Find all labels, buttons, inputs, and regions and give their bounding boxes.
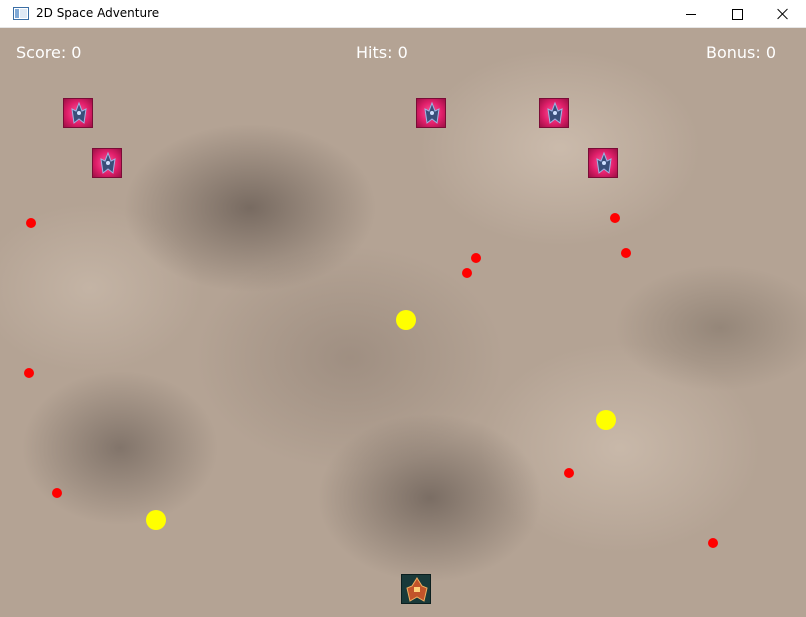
bonus-label: Bonus: 0 — [706, 43, 777, 62]
enemy-ship — [588, 148, 618, 178]
player-ship[interactable] — [401, 574, 431, 604]
enemy-bullet — [52, 488, 62, 498]
enemy-bullet — [564, 468, 574, 478]
window-title: 2D Space Adventure — [36, 6, 160, 20]
minimize-icon — [686, 13, 696, 15]
enemy-ship — [63, 98, 93, 128]
minimize-button[interactable] — [668, 0, 714, 28]
hits-label: Hits: 0 — [356, 43, 408, 62]
enemy-ship — [539, 98, 569, 128]
close-button[interactable] — [760, 0, 806, 28]
alien-ship-icon — [547, 101, 563, 124]
close-icon — [777, 8, 789, 20]
alien-ship-icon — [424, 101, 440, 124]
alien-ship-icon — [71, 101, 87, 124]
enemy-bullet — [471, 253, 481, 263]
enemy-ship — [416, 98, 446, 128]
player-ship-icon — [406, 577, 428, 602]
enemy-bullet — [610, 213, 620, 223]
enemy-bullet — [708, 538, 718, 548]
bonus-orb — [596, 410, 616, 430]
enemy-bullet — [24, 368, 34, 378]
title-bar[interactable]: 2D Space Adventure — [0, 0, 806, 28]
enemy-bullet — [26, 218, 36, 228]
alien-ship-icon — [100, 151, 116, 174]
maximize-button[interactable] — [714, 0, 760, 28]
enemy-bullet — [462, 268, 472, 278]
bonus-orb — [146, 510, 166, 530]
maximize-icon — [731, 8, 743, 20]
bonus-orb — [396, 310, 416, 330]
score-label: Score: 0 — [16, 43, 82, 62]
window-app-icon — [13, 7, 29, 20]
enemy-bullet — [621, 248, 631, 258]
alien-ship-icon — [596, 151, 612, 174]
game-canvas[interactable]: Score: 0 Hits: 0 Bonus: 0 — [0, 28, 806, 617]
enemy-ship — [92, 148, 122, 178]
